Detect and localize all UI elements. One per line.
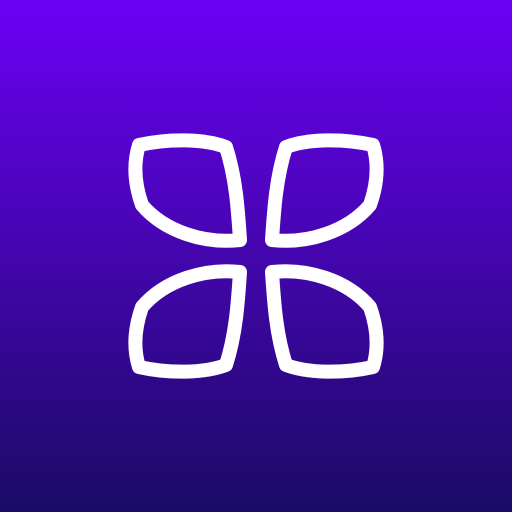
four-petal-logo-icon — [128, 133, 384, 379]
petal-bottom-right — [265, 264, 384, 379]
app-icon — [0, 0, 512, 512]
petal-bottom-left — [128, 264, 247, 379]
petal-top-left — [128, 133, 247, 248]
petal-top-right — [265, 133, 384, 248]
